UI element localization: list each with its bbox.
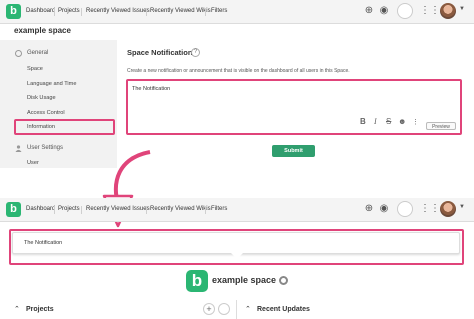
space-logo: b	[186, 270, 208, 292]
dashboard-notification-text: The Notification	[24, 240, 63, 246]
top-navigation-bar-2: b Dashboard Projects Recently Viewed Iss…	[0, 198, 474, 222]
nav-recent-wikis[interactable]: Recently Viewed Wikis	[150, 198, 211, 221]
collapse-caret-icon[interactable]: ⌃	[245, 305, 251, 313]
chevron-down-icon[interactable]: ▼	[459, 204, 465, 210]
search-projects-icon[interactable]	[218, 303, 230, 315]
search-icon[interactable]	[397, 201, 413, 217]
help-icon[interactable]: ⊕	[363, 203, 375, 215]
add-project-button[interactable]: +	[203, 303, 215, 315]
collapse-caret-icon[interactable]: ⌃	[14, 305, 20, 313]
transition-arrow	[102, 148, 151, 228]
dashboard-notification-banner	[12, 232, 460, 254]
nav-projects[interactable]: Projects	[58, 198, 80, 221]
nav-recent-issues[interactable]: Recently Viewed Issues	[86, 198, 150, 221]
user-avatar[interactable]	[440, 201, 456, 217]
banner-pointer	[231, 253, 243, 259]
nav-filters[interactable]: Filters	[211, 198, 227, 221]
space-name: example space	[212, 275, 277, 285]
projects-heading: Projects	[26, 306, 54, 313]
backlog-logo[interactable]: b	[6, 202, 21, 217]
column-divider	[236, 300, 237, 319]
space-settings-gear-icon[interactable]	[279, 276, 288, 285]
watch-eye-icon[interactable]: ◉	[378, 203, 390, 215]
apps-grid-icon[interactable]: ⋮⋮	[420, 203, 440, 215]
nav-dashboard[interactable]: Dashboard	[26, 198, 55, 221]
recent-updates-heading: Recent Updates	[257, 306, 310, 313]
